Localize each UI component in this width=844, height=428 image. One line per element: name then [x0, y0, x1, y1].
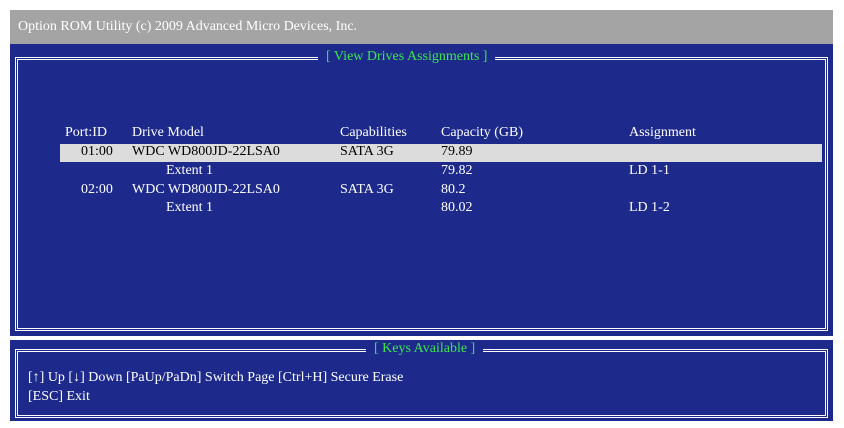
cell-drive-model: Extent 1: [166, 200, 214, 215]
cell-capacity: 80.02: [441, 200, 473, 215]
drive-assignments-frame: [ View Drives Assignments ] Port:ID Driv…: [15, 49, 828, 331]
cell-port-id: 01:00: [81, 144, 113, 159]
cell-capabilities: SATA 3G: [340, 182, 394, 197]
column-header-port-id: Port:ID: [65, 125, 107, 140]
cell-drive-model: WDC WD800JD-22LSA0: [132, 182, 280, 197]
keys-available-title: [ Keys Available ]: [366, 341, 484, 357]
cell-assignment: LD 1-2: [629, 200, 670, 215]
drives-table: Port:ID Drive Model Capabilities Capacit…: [18, 60, 825, 328]
utility-title-bar: Option ROM Utility (c) 2009 Advanced Mic…: [10, 10, 833, 44]
table-row-selected[interactable]: 01:00 WDC WD800JD-22LSA0 SATA 3G 79.89: [60, 144, 822, 162]
cell-drive-model: WDC WD800JD-22LSA0: [132, 144, 280, 159]
column-header-capabilities: Capabilities: [340, 125, 407, 140]
key-help-exit: [ESC] Exit: [28, 389, 90, 404]
key-help-line: [↑] Up [↓] Down [PaUp/PaDn] Switch Page …: [28, 370, 404, 385]
drive-assignments-panel: [ View Drives Assignments ] Port:ID Driv…: [10, 44, 833, 336]
keys-available-panel: [ Keys Available ] [↑] Up [↓] Down [PaUp…: [10, 336, 833, 421]
keys-available-frame: [ Keys Available ] [↑] Up [↓] Down [PaUp…: [15, 341, 828, 418]
column-header-assignment: Assignment: [629, 125, 696, 140]
cell-drive-model: Extent 1: [166, 163, 214, 178]
cell-assignment: LD 1-1: [629, 163, 670, 178]
cell-capabilities: SATA 3G: [340, 144, 394, 159]
column-header-capacity: Capacity (GB): [441, 125, 524, 140]
bios-screen: Option ROM Utility (c) 2009 Advanced Mic…: [0, 0, 844, 428]
cell-capacity: 79.89: [441, 144, 473, 159]
cell-capacity: 79.82: [441, 163, 473, 178]
cell-capacity: 80.2: [441, 182, 466, 197]
cell-port-id: 02:00: [81, 182, 113, 197]
column-header-drive-model: Drive Model: [132, 125, 204, 140]
